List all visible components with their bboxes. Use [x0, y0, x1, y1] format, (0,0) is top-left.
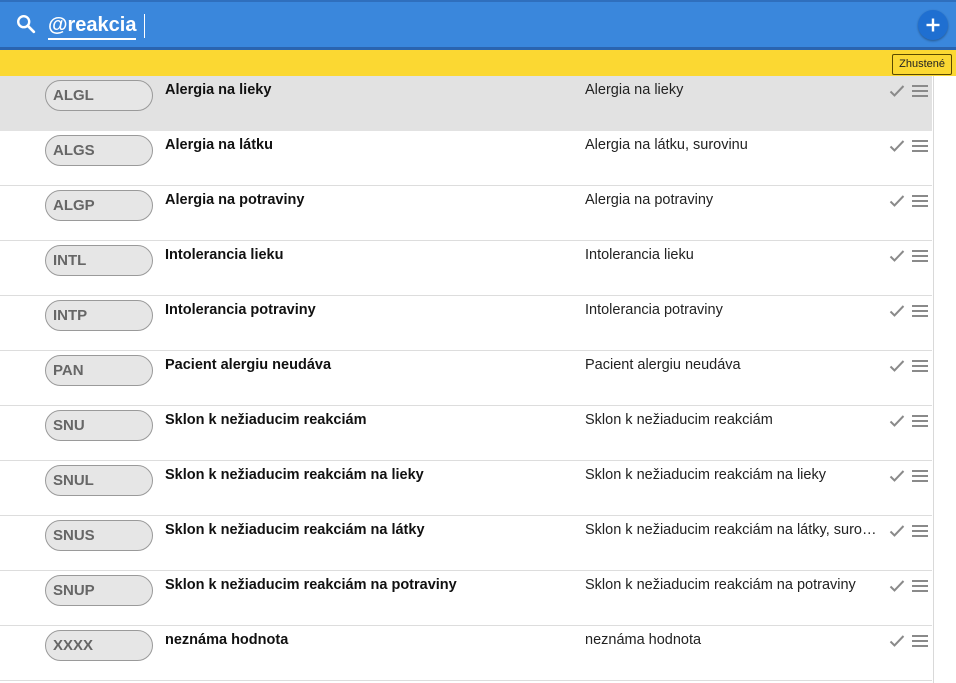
list-item[interactable]: ALGS Alergia na látku Alergia na látku, … [0, 131, 932, 186]
compact-view-button[interactable]: Zhustené [892, 54, 952, 75]
menu-icon[interactable] [912, 85, 928, 97]
plus-icon [926, 18, 940, 32]
list-item[interactable]: ALGP Alergia na potraviny Alergia na pot… [0, 186, 932, 241]
item-description: Sklon k nežiaducim reakciám [585, 412, 773, 428]
menu-icon[interactable] [912, 635, 928, 647]
check-icon[interactable] [889, 469, 905, 483]
item-description: Sklon k nežiaducim reakciám na potraviny [585, 577, 856, 593]
item-description: Alergia na lieky [585, 82, 684, 98]
menu-icon[interactable] [912, 305, 928, 317]
code-badge: SNUL [45, 465, 153, 496]
item-title: Alergia na lieky [165, 82, 272, 98]
menu-icon[interactable] [912, 525, 928, 537]
check-icon[interactable] [889, 304, 905, 318]
item-title: Intolerancia lieku [165, 247, 284, 263]
list-item[interactable]: PAN Pacient alergiu neudáva Pacient aler… [0, 351, 932, 406]
check-icon[interactable] [889, 524, 905, 538]
code-badge: SNU [45, 410, 153, 441]
menu-icon[interactable] [912, 470, 928, 482]
toolbar: Zhustené [0, 50, 956, 76]
reaction-list: ALGL Alergia na lieky Alergia na lieky A… [0, 76, 932, 683]
list-item[interactable]: SNUL Sklon k nežiaducim reakciám na liek… [0, 461, 932, 516]
scrollbar[interactable] [933, 76, 934, 683]
check-icon[interactable] [889, 84, 905, 98]
search-icon[interactable] [15, 13, 37, 35]
list-item[interactable]: ALGL Alergia na lieky Alergia na lieky [0, 76, 932, 131]
code-badge: ALGP [45, 190, 153, 221]
item-description: neznáma hodnota [585, 632, 702, 648]
item-title: Alergia na látku [165, 137, 273, 153]
item-title: Sklon k nežiaducim reakciám [165, 412, 367, 428]
item-description: Intolerancia potraviny [585, 302, 723, 318]
code-badge: ALGS [45, 135, 153, 166]
menu-icon[interactable] [912, 415, 928, 427]
code-badge: INTP [45, 300, 153, 331]
add-button[interactable] [918, 10, 948, 40]
item-title: Alergia na potraviny [165, 192, 305, 208]
item-title: Intolerancia potraviny [165, 302, 316, 318]
item-description: Sklon k nežiaducim reakciám na látky, su… [585, 522, 883, 538]
list-item[interactable]: XXXX neznáma hodnota neznáma hodnota [0, 626, 932, 681]
code-badge: SNUS [45, 520, 153, 551]
list-item[interactable]: SNU Sklon k nežiaducim reakciám Sklon k … [0, 406, 932, 461]
menu-icon[interactable] [912, 140, 928, 152]
item-title: neznáma hodnota [165, 632, 289, 648]
list-item[interactable]: SNUP Sklon k nežiaducim reakciám na potr… [0, 571, 932, 626]
code-badge: INTL [45, 245, 153, 276]
top-bar: @reakcia [0, 0, 956, 47]
list-item[interactable]: SNUS Sklon k nežiaducim reakciám na látk… [0, 516, 932, 571]
list-item[interactable]: INTL Intolerancia lieku Intolerancia lie… [0, 241, 932, 296]
item-description: Alergia na látku, surovinu [585, 137, 748, 153]
check-icon[interactable] [889, 634, 905, 648]
list-item[interactable]: INTP Intolerancia potraviny Intolerancia… [0, 296, 932, 351]
menu-icon[interactable] [912, 250, 928, 262]
code-badge: PAN [45, 355, 153, 386]
code-badge: SNUP [45, 575, 153, 606]
item-description: Alergia na potraviny [585, 192, 714, 208]
check-icon[interactable] [889, 139, 905, 153]
item-title: Sklon k nežiaducim reakciám na lieky [165, 467, 424, 483]
item-title: Sklon k nežiaducim reakciám na látky [165, 522, 425, 538]
code-badge: XXXX [45, 630, 153, 661]
check-icon[interactable] [889, 359, 905, 373]
check-icon[interactable] [889, 414, 905, 428]
check-icon[interactable] [889, 579, 905, 593]
item-description: Sklon k nežiaducim reakciám na lieky [585, 467, 826, 483]
item-title: Pacient alergiu neudáva [165, 357, 332, 373]
item-description: Pacient alergiu neudáva [585, 357, 741, 373]
menu-icon[interactable] [912, 360, 928, 372]
text-cursor [144, 14, 145, 38]
check-icon[interactable] [889, 194, 905, 208]
menu-icon[interactable] [912, 195, 928, 207]
item-description: Intolerancia lieku [585, 247, 694, 263]
menu-icon[interactable] [912, 580, 928, 592]
code-badge: ALGL [45, 80, 153, 111]
check-icon[interactable] [889, 249, 905, 263]
item-title: Sklon k nežiaducim reakciám na potraviny [165, 577, 457, 593]
search-input[interactable]: @reakcia [48, 12, 137, 40]
